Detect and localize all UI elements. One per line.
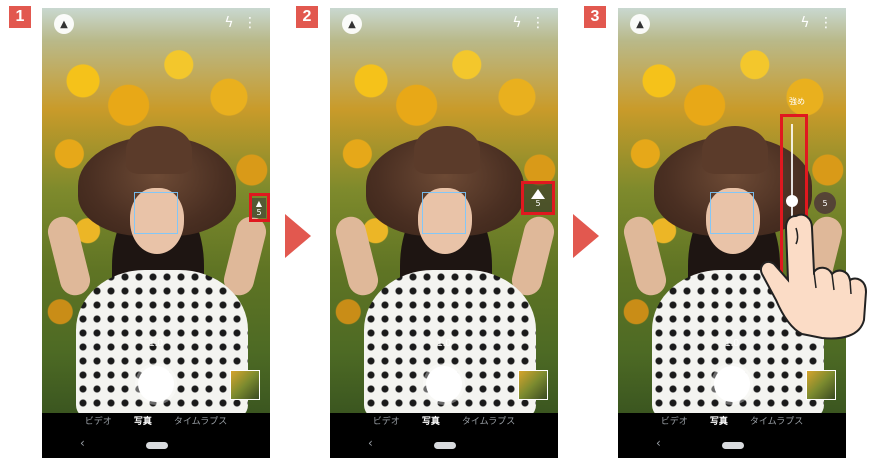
- face-detection-box: [134, 192, 178, 234]
- back-chevron-icon[interactable]: ‹: [656, 436, 661, 450]
- mode-photo[interactable]: 写真: [710, 414, 728, 428]
- landscape-icon[interactable]: ▲: [630, 14, 650, 34]
- mode-video[interactable]: ビデオ: [85, 414, 112, 428]
- back-chevron-icon[interactable]: ‹: [368, 436, 373, 450]
- finger-gesture-icon: [760, 213, 868, 340]
- flash-off-icon[interactable]: ϟ: [220, 14, 238, 32]
- mode-timelapse[interactable]: タイムラプス: [750, 414, 803, 428]
- more-vert-icon[interactable]: ⋮: [819, 14, 833, 32]
- mode-video[interactable]: ビデオ: [373, 414, 400, 428]
- landscape-icon[interactable]: ▲: [54, 14, 74, 34]
- shutter-button[interactable]: [426, 366, 462, 402]
- step-number-1: 1: [9, 6, 31, 28]
- phone-screen-1: ▲ ϟ ⋮ ▲ 5 1.0 ビデオ 写真 タイムラプス ‹: [42, 8, 270, 458]
- shutter-button[interactable]: [138, 366, 174, 402]
- more-vert-icon[interactable]: ⋮: [243, 14, 257, 32]
- gallery-thumbnail[interactable]: [518, 370, 548, 400]
- zoom-level[interactable]: 1.0: [146, 338, 166, 349]
- mode-photo[interactable]: 写真: [134, 414, 152, 428]
- mode-photo[interactable]: 写真: [422, 414, 440, 428]
- next-arrow-icon: [573, 214, 599, 258]
- flash-off-icon[interactable]: ϟ: [796, 14, 814, 32]
- step-number-2: 2: [296, 6, 318, 28]
- mode-selector: ビデオ 写真 タイムラプス: [618, 414, 846, 428]
- home-pill-icon[interactable]: [434, 442, 456, 449]
- slider-top-label: 強め: [789, 97, 805, 106]
- next-arrow-icon: [285, 214, 311, 258]
- highlight-box: [249, 193, 270, 222]
- highlight-box: [521, 181, 555, 215]
- step-number-3: 3: [584, 6, 606, 28]
- phone-screen-2: ▲ ϟ ⋮ 5 1.0 ビデオ 写真 タイムラプス ‹: [330, 8, 558, 458]
- mode-timelapse[interactable]: タイムラプス: [462, 414, 515, 428]
- home-pill-icon[interactable]: [722, 442, 744, 449]
- more-vert-icon[interactable]: ⋮: [531, 14, 545, 32]
- camera-viewfinder[interactable]: [42, 8, 270, 413]
- mode-selector: ビデオ 写真 タイムラプス: [330, 414, 558, 428]
- mode-selector: ビデオ 写真 タイムラプス: [42, 414, 270, 428]
- gallery-thumbnail[interactable]: [806, 370, 836, 400]
- home-pill-icon[interactable]: [146, 442, 168, 449]
- flash-off-icon[interactable]: ϟ: [508, 14, 526, 32]
- zoom-level[interactable]: 1.0: [434, 338, 454, 349]
- shutter-button[interactable]: [714, 366, 750, 402]
- zoom-level[interactable]: 1.0: [722, 338, 742, 349]
- gallery-thumbnail[interactable]: [230, 370, 260, 400]
- face-detection-box: [710, 192, 754, 234]
- back-chevron-icon[interactable]: ‹: [80, 436, 85, 450]
- mode-video[interactable]: ビデオ: [661, 414, 688, 428]
- face-detection-box: [422, 192, 466, 234]
- landscape-icon[interactable]: ▲: [342, 14, 362, 34]
- mode-timelapse[interactable]: タイムラプス: [174, 414, 227, 428]
